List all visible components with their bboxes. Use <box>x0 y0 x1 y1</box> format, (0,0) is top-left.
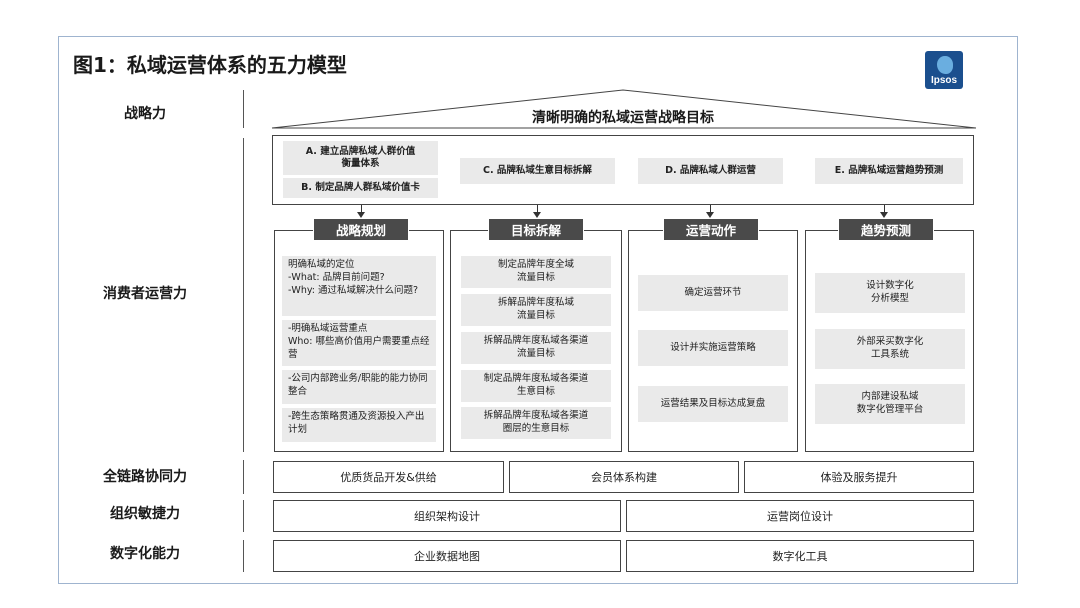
divider-strategy <box>243 90 244 128</box>
row-label-strategy: 战略力 <box>124 106 166 122</box>
divider-full-chain <box>243 460 244 494</box>
row-label-digital: 数字化能力 <box>110 546 180 562</box>
top-item-e: E. 品牌私域运营趋势预测 <box>815 158 963 184</box>
divider-consumer-ops <box>243 138 244 452</box>
column-header-goal-breakdown: 目标拆解 <box>488 218 584 241</box>
org-agility-item: 运营岗位设计 <box>626 500 974 532</box>
column-header-operational-actions: 运营动作 <box>663 218 759 241</box>
full-chain-item: 会员体系构建 <box>509 461 739 493</box>
row-label-consumer-ops: 消费者运营力 <box>103 286 187 302</box>
row-label-full-chain: 全链路协同力 <box>103 469 187 485</box>
top-item-d: D. 品牌私域人群运营 <box>638 158 783 184</box>
digital-item: 数字化工具 <box>626 540 974 572</box>
column-item: 外部采买数字化 工具系统 <box>815 329 965 369</box>
column-item: 制定品牌年度私域各渠道 生意目标 <box>461 370 611 402</box>
column-item: 明确私域的定位 -What: 品牌目前问题? -Why: 通过私域解决什么问题? <box>282 256 436 316</box>
divider-digital <box>243 540 244 572</box>
divider-org-agility <box>243 500 244 532</box>
column-item: 运营结果及目标达成复盘 <box>638 386 788 422</box>
row-label-org-agility: 组织敏捷力 <box>110 506 180 522</box>
column-item: 制定品牌年度全域 流量目标 <box>461 256 611 288</box>
column-item: 内部建设私域 数字化管理平台 <box>815 384 965 424</box>
column-item: 设计数字化 分析模型 <box>815 273 965 313</box>
column-item: 确定运营环节 <box>638 275 788 311</box>
top-item-b: B. 制定品牌人群私域价值卡 <box>283 178 438 198</box>
full-chain-item: 优质货品开发&供给 <box>273 461 504 493</box>
figure-title: 图1：私域运营体系的五力模型 <box>73 53 347 77</box>
column-item: 拆解品牌年度私域各渠道 圈层的生意目标 <box>461 407 611 439</box>
column-item: -跨生态策略贯通及资源投入产出计划 <box>282 408 436 442</box>
roof-title: 清晰明确的私域运营战略目标 <box>532 110 714 126</box>
top-item-a: A. 建立品牌私域人群价值 衡量体系 <box>283 141 438 175</box>
logo-mark-icon <box>937 56 953 74</box>
ipsos-logo: Ipsos <box>925 51 963 89</box>
org-agility-item: 组织架构设计 <box>273 500 621 532</box>
column-item: -公司内部跨业务/职能的能力协同整合 <box>282 370 436 404</box>
logo-text: Ipsos <box>930 75 958 86</box>
column-item: 设计并实施运营策略 <box>638 330 788 366</box>
full-chain-item: 体验及服务提升 <box>744 461 974 493</box>
top-item-c: C. 品牌私域生意目标拆解 <box>460 158 615 184</box>
digital-item: 企业数据地图 <box>273 540 621 572</box>
column-item: 拆解品牌年度私域各渠道 流量目标 <box>461 332 611 364</box>
column-header-strategic-planning: 战略规划 <box>313 218 409 241</box>
column-item: -明确私域运营重点 Who: 哪些高价值用户需要重点经营 <box>282 320 436 366</box>
column-item: 拆解品牌年度私域 流量目标 <box>461 294 611 326</box>
column-header-trend-forecast: 趋势预测 <box>838 218 934 241</box>
